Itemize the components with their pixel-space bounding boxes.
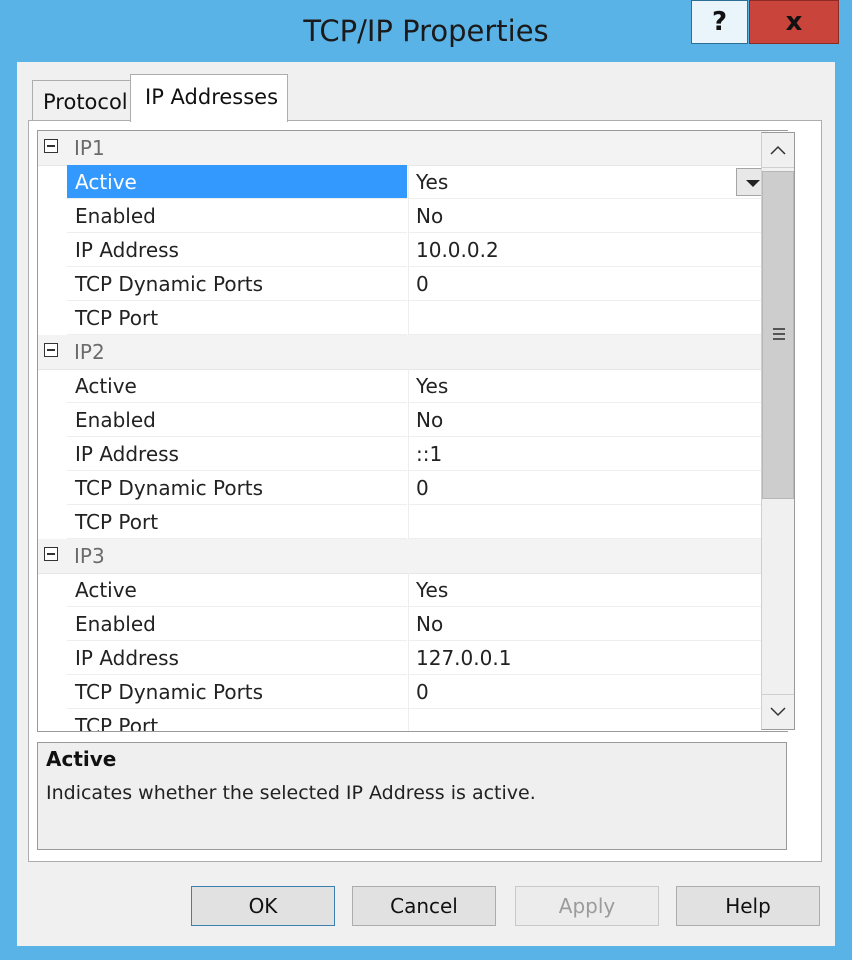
category-row[interactable]: IP1 — [38, 131, 768, 166]
property-row[interactable]: TCP Dynamic Ports 0 — [38, 471, 768, 505]
property-value[interactable]: Yes — [408, 165, 768, 199]
help-title-button[interactable]: ? — [691, 0, 748, 44]
collapse-icon[interactable] — [44, 139, 58, 153]
description-text: Indicates whether the selected IP Addres… — [46, 782, 536, 804]
ok-button[interactable]: OK — [191, 886, 335, 926]
category-row[interactable]: IP3 — [38, 539, 768, 574]
property-row[interactable]: TCP Dynamic Ports 0 — [38, 675, 768, 709]
property-name[interactable]: Enabled — [67, 403, 407, 437]
property-value[interactable]: 0 — [408, 471, 768, 505]
property-value[interactable]: No — [408, 403, 768, 437]
property-row[interactable]: TCP Port — [38, 301, 768, 335]
property-name[interactable]: Active — [67, 573, 407, 607]
tab-ip-addresses[interactable]: IP Addresses — [130, 74, 288, 122]
property-name[interactable]: IP Address — [67, 641, 407, 675]
vertical-scrollbar[interactable] — [761, 132, 795, 730]
scroll-down-arrow[interactable] — [762, 694, 794, 729]
property-value[interactable] — [408, 709, 768, 731]
property-row[interactable]: TCP Port — [38, 709, 768, 731]
property-row[interactable]: Active Yes — [38, 573, 768, 607]
grip-icon — [773, 328, 785, 340]
property-name[interactable]: Enabled — [67, 199, 407, 233]
property-row[interactable]: TCP Dynamic Ports 0 — [38, 267, 768, 301]
cancel-button[interactable]: Cancel — [352, 886, 496, 926]
property-name[interactable]: TCP Port — [67, 301, 407, 335]
property-value[interactable]: Yes — [408, 573, 768, 607]
dialog-client-area: Protocol IP Addresses IP1 Active Yes Enable… — [17, 62, 835, 946]
help-button[interactable]: Help — [676, 886, 820, 926]
collapse-icon[interactable] — [44, 343, 58, 357]
apply-button[interactable]: Apply — [515, 886, 659, 926]
property-value[interactable]: Yes — [408, 369, 768, 403]
property-row[interactable]: IP Address 127.0.0.1 — [38, 641, 768, 675]
category-label: IP3 — [74, 544, 105, 568]
property-value[interactable] — [408, 505, 768, 539]
property-row[interactable]: Enabled No — [38, 199, 768, 233]
property-value[interactable]: No — [408, 607, 768, 641]
property-value[interactable]: 0 — [408, 675, 768, 709]
property-value[interactable]: 0 — [408, 267, 768, 301]
property-name[interactable]: TCP Port — [67, 505, 407, 539]
property-grid[interactable]: IP1 Active Yes Enabled No IP Address 10.0.0.2 T… — [37, 130, 788, 732]
property-value[interactable]: No — [408, 199, 768, 233]
description-title: Active — [46, 747, 117, 771]
property-value[interactable]: 127.0.0.1 — [408, 641, 768, 675]
property-value[interactable]: ::1 — [408, 437, 768, 471]
collapse-icon[interactable] — [44, 547, 58, 561]
tab-protocol[interactable]: Protocol — [32, 80, 146, 120]
category-row[interactable]: IP2 — [38, 335, 768, 370]
close-button[interactable]: x — [749, 0, 839, 44]
property-name[interactable]: TCP Dynamic Ports — [67, 267, 407, 301]
category-label: IP1 — [74, 136, 105, 160]
property-value[interactable]: 10.0.0.2 — [408, 233, 768, 267]
property-name[interactable]: TCP Dynamic Ports — [67, 471, 407, 505]
description-pane: Active Indicates whether the selected IP… — [37, 742, 787, 850]
dialog-window: TCP/IP Properties ? x Protocol IP Addres… — [0, 0, 852, 960]
scroll-thumb[interactable] — [762, 171, 794, 499]
property-row[interactable]: Active Yes — [38, 369, 768, 403]
property-name[interactable]: IP Address — [67, 437, 407, 471]
property-name[interactable]: TCP Port — [67, 709, 407, 731]
property-value[interactable] — [408, 301, 768, 335]
property-row[interactable]: IP Address::1 — [38, 437, 768, 471]
scroll-up-arrow[interactable] — [762, 133, 794, 168]
property-row[interactable]: Enabled No — [38, 607, 768, 641]
property-name[interactable]: Active — [67, 165, 407, 199]
property-row[interactable]: IP Address 10.0.0.2 — [38, 233, 768, 267]
title-bar: TCP/IP Properties ? x — [0, 0, 852, 60]
property-row[interactable]: Enabled No — [38, 403, 768, 437]
property-name[interactable]: Enabled — [67, 607, 407, 641]
category-label: IP2 — [74, 340, 105, 364]
property-row[interactable]: Active Yes — [38, 165, 768, 199]
property-name[interactable]: Active — [67, 369, 407, 403]
property-row[interactable]: TCP Port — [38, 505, 768, 539]
property-name[interactable]: TCP Dynamic Ports — [67, 675, 407, 709]
property-name[interactable]: IP Address — [67, 233, 407, 267]
